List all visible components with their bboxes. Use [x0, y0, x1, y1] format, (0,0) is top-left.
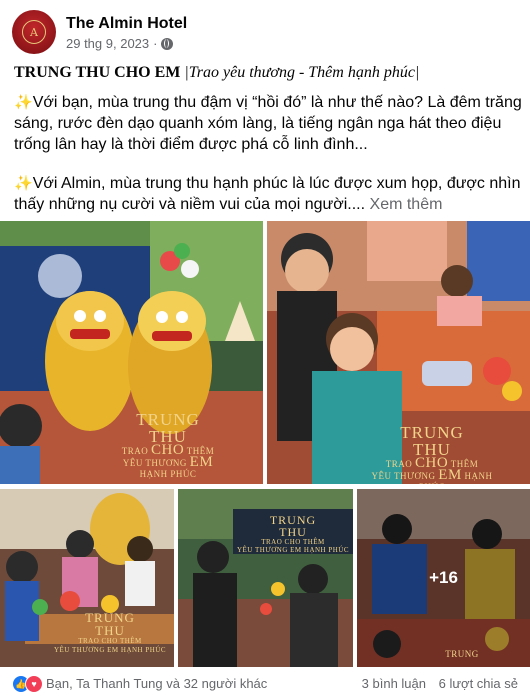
sparkles-icon: ✨: [14, 94, 33, 111]
see-more-link[interactable]: Xem thêm: [370, 196, 443, 213]
post-footer: 👍 ♥ Bạn, Ta Thanh Tung và 32 người khác …: [0, 670, 530, 696]
post-title-italic: |Trao yêu thương - Thêm hạnh phúc|: [184, 64, 420, 81]
photo-caption-fragment: TRUNG: [445, 649, 479, 659]
comments-count[interactable]: 3 bình luận: [362, 676, 426, 691]
post-meta: 29 thg 9, 2023 ·: [66, 36, 174, 51]
post-timestamp[interactable]: 29 thg 9, 2023: [66, 36, 149, 51]
post-title: TRUNG THU CHO EM |Trao yêu thương - Thêm…: [14, 62, 524, 83]
photo-caption: TRUNG THU TRAO CHO THÊM YÊU THƯƠNG EM HẠ…: [121, 410, 215, 479]
photo-lion-dance[interactable]: TRUNG THU TRAO CHO THÊM YÊU THƯƠNG EM HẠ…: [0, 221, 263, 484]
hotel-logo-icon: A: [22, 20, 46, 44]
more-photos-overlay[interactable]: +16: [357, 489, 530, 667]
shares-count[interactable]: 6 lượt chia sẻ: [439, 676, 518, 691]
paragraph-2-text: Với Almin, mùa trung thu hạnh phúc là lú…: [14, 175, 521, 213]
meta-separator: ·: [153, 36, 158, 51]
reactors-summary[interactable]: Bạn, Ta Thanh Tung và 32 người khác: [46, 676, 267, 691]
post-paragraph-1: ✨Với bạn, mùa trung thu đậm vị “hồi đó” …: [14, 92, 524, 155]
photo-caption: TRUNG THU TRAO CHO THÊM YÊU THƯƠNG EM HẠ…: [53, 610, 167, 654]
page-avatar[interactable]: A: [12, 10, 56, 54]
photo-caption: TRUNG THU TRAO CHO THÊM YÊU THƯƠNG EM HẠ…: [371, 423, 493, 484]
paragraph-1-text: Với bạn, mùa trung thu đậm vị “hồi đó” l…: [14, 94, 522, 153]
more-photos-count: +16: [429, 568, 458, 587]
photo-kids-lanterns[interactable]: TRUNG THU TRAO CHO THÊM YÊU THƯƠNG EM HẠ…: [267, 221, 530, 484]
photo-more[interactable]: +16 TRUNG: [357, 489, 530, 667]
post-body: TRUNG THU CHO EM |Trao yêu thương - Thêm…: [14, 62, 524, 215]
page-name-link[interactable]: The Almin Hotel: [66, 15, 187, 33]
photo-grid: TRUNG THU TRAO CHO THÊM YÊU THƯƠNG EM HẠ…: [0, 221, 530, 667]
post-paragraph-2: ✨Với Almin, mùa trung thu hạnh phúc là l…: [14, 173, 524, 215]
globe-icon[interactable]: [161, 37, 174, 50]
heart-icon: ♥: [25, 675, 43, 693]
photo-kids-table[interactable]: TRUNG THU TRAO CHO THÊM YÊU THƯƠNG EM HẠ…: [0, 489, 174, 667]
photo-caption: TRUNG THU TRAO CHO THÊM YÊU THƯƠNG EM HẠ…: [236, 513, 350, 554]
reaction-icons[interactable]: 👍 ♥: [12, 675, 43, 693]
sparkles-icon: ✨: [14, 175, 33, 192]
post-title-bold: TRUNG THU CHO EM: [14, 64, 181, 81]
photo-kids-outdoor[interactable]: TRUNG THU TRAO CHO THÊM YÊU THƯƠNG EM HẠ…: [178, 489, 353, 667]
post-header: A The Almin Hotel 29 thg 9, 2023 ·: [0, 0, 530, 60]
